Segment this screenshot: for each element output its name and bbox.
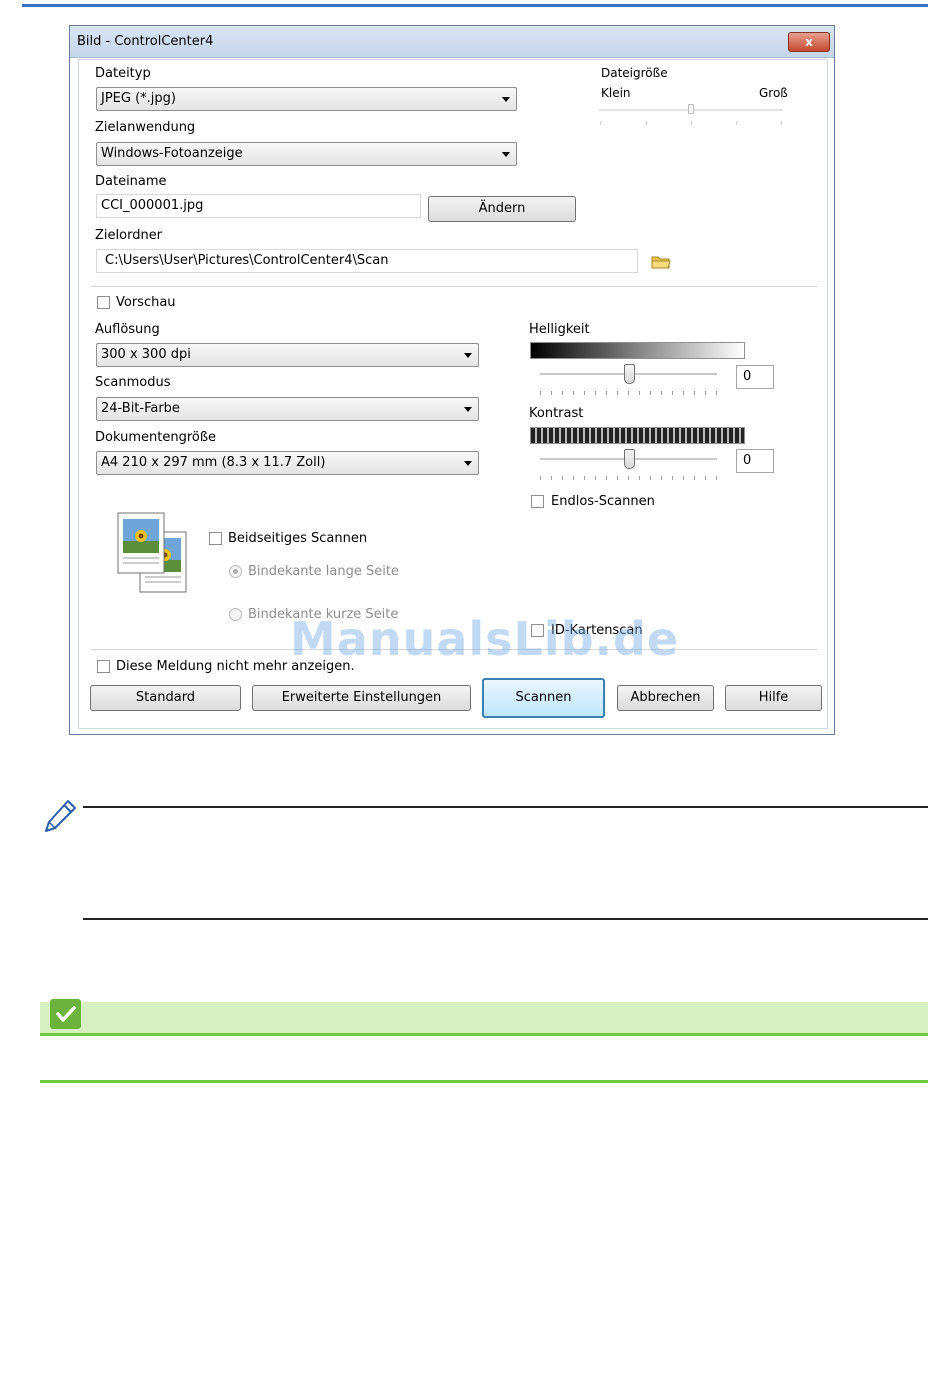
scan-button[interactable]: Scannen bbox=[482, 678, 605, 718]
target-folder-value: C:\Users\User\Pictures\ControlCenter4\Sc… bbox=[105, 253, 389, 268]
doc-size-value: A4 210 x 297 mm (8.3 x 11.7 Zoll) bbox=[101, 455, 326, 470]
watermark: ManualsLib.de bbox=[290, 612, 680, 666]
file-size-max-label: Groß bbox=[759, 86, 788, 100]
chevron-down-icon bbox=[464, 353, 472, 358]
dont-show-checkbox[interactable] bbox=[97, 660, 110, 673]
title-bar: Bild - ControlCenter4 x bbox=[70, 26, 834, 58]
contrast-value-field[interactable]: 0 bbox=[736, 449, 774, 473]
short-edge-radio[interactable] bbox=[229, 608, 242, 621]
default-button[interactable]: Standard bbox=[90, 685, 241, 711]
duplex-pages-icon bbox=[117, 512, 187, 593]
chevron-down-icon bbox=[464, 461, 472, 466]
close-button[interactable]: x bbox=[788, 32, 830, 52]
resolution-label: Auflösung bbox=[95, 322, 160, 337]
scan-mode-label: Scanmodus bbox=[95, 375, 171, 390]
target-folder-field[interactable]: C:\Users\User\Pictures\ControlCenter4\Sc… bbox=[96, 249, 638, 273]
brightness-label: Helligkeit bbox=[529, 322, 590, 337]
resolution-value: 300 x 300 dpi bbox=[101, 347, 191, 362]
preview-label: Vorschau bbox=[116, 295, 176, 310]
pencil-icon bbox=[45, 800, 76, 832]
target-folder-label: Zielordner bbox=[95, 228, 163, 243]
scan-mode-value: 24-Bit-Farbe bbox=[101, 401, 180, 416]
chevron-down-icon bbox=[502, 152, 510, 157]
advanced-settings-button[interactable]: Erweiterte Einstellungen bbox=[252, 685, 471, 711]
doc-size-select[interactable]: A4 210 x 297 mm (8.3 x 11.7 Zoll) bbox=[96, 451, 479, 475]
file-size-label: Dateigröße bbox=[601, 66, 668, 80]
target-app-value: Windows-Fotoanzeige bbox=[101, 146, 243, 161]
related-info-bottom-rule bbox=[40, 1080, 928, 1083]
preview-checkbox[interactable] bbox=[97, 296, 110, 309]
resolution-select[interactable]: 300 x 300 dpi bbox=[96, 343, 479, 367]
contrast-label: Kontrast bbox=[529, 406, 584, 421]
file-name-value: CCI_000001.jpg bbox=[101, 198, 204, 213]
contrast-ticks bbox=[540, 476, 717, 481]
related-info-header bbox=[40, 1002, 928, 1034]
note-bottom-rule bbox=[83, 918, 928, 920]
target-app-select[interactable]: Windows-Fotoanzeige bbox=[96, 142, 517, 166]
doc-size-label: Dokumentengröße bbox=[95, 430, 217, 445]
brightness-value-field[interactable]: 0 bbox=[736, 365, 774, 389]
contrast-pattern bbox=[530, 427, 745, 444]
target-app-label: Zielanwendung bbox=[95, 120, 196, 135]
cancel-button[interactable]: Abbrechen bbox=[617, 685, 714, 711]
chevron-down-icon bbox=[502, 97, 510, 102]
long-edge-label: Bindekante lange Seite bbox=[248, 564, 399, 579]
long-edge-radio[interactable] bbox=[229, 565, 242, 578]
note-top-rule bbox=[83, 806, 928, 808]
duplex-checkbox[interactable] bbox=[209, 532, 222, 545]
dialog-title: Bild - ControlCenter4 bbox=[77, 34, 214, 49]
file-size-min-label: Klein bbox=[601, 86, 631, 100]
brightness-slider-thumb[interactable] bbox=[624, 364, 635, 384]
separator bbox=[91, 286, 817, 287]
file-name-label: Dateiname bbox=[95, 174, 167, 189]
checkmark-icon bbox=[50, 999, 81, 1029]
help-button[interactable]: Hilfe bbox=[725, 685, 822, 711]
chevron-down-icon bbox=[464, 407, 472, 412]
file-size-ticks bbox=[599, 121, 783, 126]
change-button[interactable]: Ändern bbox=[428, 196, 576, 222]
duplex-label: Beidseitiges Scannen bbox=[228, 531, 368, 546]
continuous-scan-label: Endlos-Scannen bbox=[551, 494, 655, 509]
folder-icon[interactable] bbox=[651, 254, 671, 270]
brightness-ticks bbox=[540, 391, 717, 396]
file-type-select[interactable]: JPEG (*.jpg) bbox=[96, 87, 517, 111]
file-size-slider-thumb[interactable] bbox=[688, 104, 694, 114]
brightness-gradient bbox=[530, 342, 745, 359]
continuous-scan-checkbox[interactable] bbox=[531, 495, 544, 508]
top-rule bbox=[22, 4, 928, 7]
file-type-label: Dateityp bbox=[95, 66, 151, 81]
contrast-slider-thumb[interactable] bbox=[624, 449, 635, 469]
file-type-value: JPEG (*.jpg) bbox=[101, 91, 176, 106]
related-info-top-rule bbox=[40, 1033, 928, 1036]
file-name-field[interactable]: CCI_000001.jpg bbox=[96, 194, 421, 218]
scan-mode-select[interactable]: 24-Bit-Farbe bbox=[96, 397, 479, 421]
